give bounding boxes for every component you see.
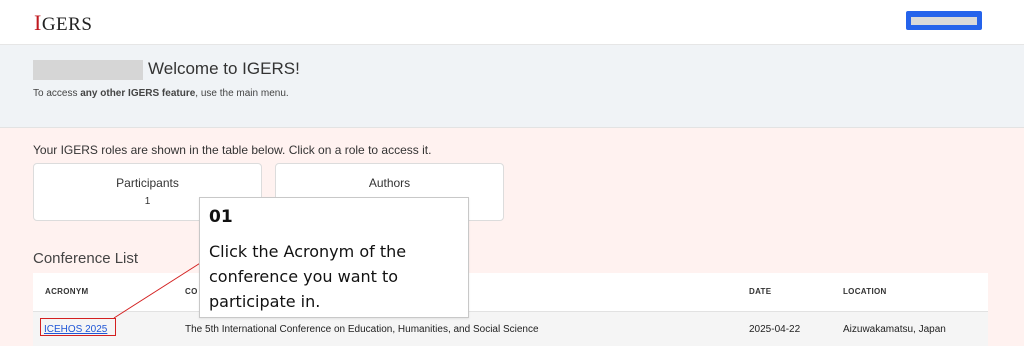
note-prefix: To access (33, 88, 81, 99)
welcome-banner: Welcome to IGERS! To access any other IG… (0, 45, 1024, 128)
table-row: ICEHOS 2025 The 5th International Confer… (33, 312, 988, 346)
note-bold: any other IGERS feature (80, 88, 196, 99)
account-button[interactable] (906, 11, 982, 30)
acronym-highlight-box (40, 318, 116, 336)
table-header: ACRONYM CO DATE LOCATION (33, 273, 988, 312)
logo-initial: I (34, 10, 42, 35)
redacted-label (911, 16, 977, 25)
role-card-title: Participants (116, 176, 179, 190)
header-date: DATE (749, 287, 772, 296)
note-suffix: , use the main menu. (195, 88, 289, 99)
redacted-username (33, 60, 143, 80)
roles-intro: Your IGERS roles are shown in the table … (33, 143, 432, 157)
igers-logo[interactable]: IGERS (34, 10, 92, 36)
header-location: LOCATION (843, 287, 887, 296)
instruction-tooltip: 01 Click the Acronym of the conference y… (199, 197, 469, 318)
conference-date: 2025-04-22 (749, 324, 801, 335)
welcome-title: Welcome to IGERS! (148, 59, 300, 78)
top-navbar: IGERS (0, 0, 1024, 45)
header-acronym: ACRONYM (45, 287, 89, 296)
header-conference: CO (185, 287, 198, 296)
logo-text: GERS (41, 14, 93, 35)
conference-table: ACRONYM CO DATE LOCATION ICEHOS 2025 The… (33, 273, 988, 346)
welcome-note: To access any other IGERS feature, use t… (33, 88, 289, 99)
role-card-title: Authors (368, 176, 411, 190)
main-content: Your IGERS roles are shown in the table … (0, 128, 1024, 346)
conference-location: Aizuwakamatsu, Japan (843, 324, 946, 335)
tooltip-step-number: 01 (209, 207, 233, 227)
tooltip-message: Click the Acronym of the conference you … (209, 242, 407, 311)
conference-name: The 5th International Conference on Educ… (185, 324, 539, 335)
conference-list-title: Conference List (33, 250, 139, 267)
